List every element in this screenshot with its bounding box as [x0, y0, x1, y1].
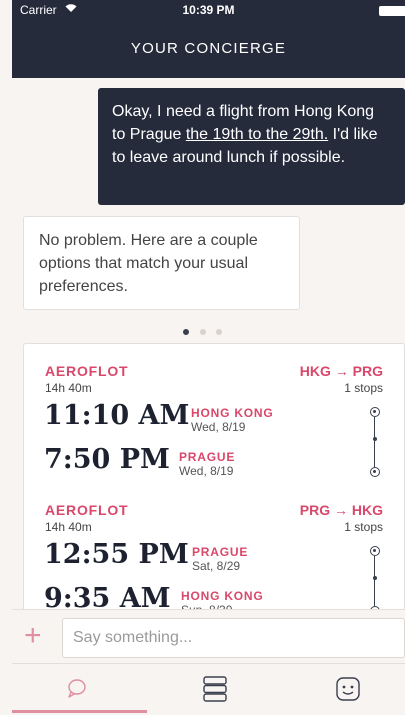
- outbound-flight: AEROFLOT 14h 40m HKG → PRG 1 stops 11:10…: [24, 344, 404, 484]
- app-header: Carrier 10:39 PM YOUR CONCIERGE: [12, 0, 405, 78]
- flight-route: HKG → PRG: [299, 363, 383, 379]
- airline-name: AEROFLOT: [45, 502, 129, 518]
- user-message-bubble: Okay, I need a flight from Hong Kong to …: [98, 88, 405, 205]
- tab-profile[interactable]: [328, 674, 368, 704]
- airline-name: AEROFLOT: [45, 363, 129, 379]
- flight-timeline-icon: [370, 546, 380, 616]
- arrival-city: PRAGUE: [179, 450, 236, 464]
- battery-icon: [379, 6, 405, 16]
- flight-option-card[interactable]: AEROFLOT 14h 40m HKG → PRG 1 stops 11:10…: [23, 343, 405, 623]
- departure-city: PRAGUE: [192, 545, 249, 559]
- tab-bar: [12, 663, 405, 715]
- departure-time: 12:55 PM: [44, 539, 189, 570]
- smiley-face-icon: [336, 677, 360, 701]
- departure-date: Sat, 8/29: [192, 559, 241, 573]
- flight-duration: 14h 40m: [45, 520, 92, 534]
- arrival-time: 7:50 PM: [44, 444, 170, 475]
- page-title: YOUR CONCIERGE: [130, 40, 287, 57]
- pager-dot-active[interactable]: [183, 329, 190, 335]
- bot-message-text: No problem. Here are a couple options th…: [39, 232, 258, 295]
- return-flight: AEROFLOT 14h 40m PRG → HKG 1 stops 12:55…: [24, 483, 404, 622]
- message-input[interactable]: [62, 618, 405, 658]
- pager-dot[interactable]: [199, 329, 206, 335]
- chat-bubble-icon: [68, 679, 86, 698]
- carousel-pager: [0, 322, 405, 340]
- bot-message-bubble: No problem. Here are a couple options th…: [23, 216, 300, 310]
- flight-stops: 1 stops: [344, 381, 383, 395]
- add-attachment-button[interactable]: +: [24, 621, 42, 651]
- list-stack-icon: [203, 676, 227, 702]
- pager-dot[interactable]: [215, 329, 222, 335]
- tab-itinerary[interactable]: [195, 674, 235, 704]
- tab-chat[interactable]: [57, 674, 97, 704]
- active-tab-indicator: [12, 710, 147, 713]
- departure-time: 11:10 AM: [44, 400, 190, 431]
- arrival-city: HONG KONG: [181, 589, 264, 603]
- status-clock: 10:39 PM: [182, 3, 235, 17]
- flight-stops: 1 stops: [344, 520, 383, 534]
- departure-date: Wed, 8/19: [191, 420, 246, 434]
- flight-route: PRG → HKG: [299, 502, 383, 518]
- arrival-date: Wed, 8/19: [179, 464, 234, 478]
- flight-timeline-icon: [370, 407, 380, 477]
- flight-duration: 14h 40m: [45, 381, 92, 395]
- message-composer: +: [12, 609, 405, 663]
- departure-city: HONG KONG: [191, 406, 274, 420]
- date-range-link[interactable]: the 19th to the 29th.: [186, 126, 328, 143]
- status-bar: Carrier 10:39 PM: [12, 0, 405, 22]
